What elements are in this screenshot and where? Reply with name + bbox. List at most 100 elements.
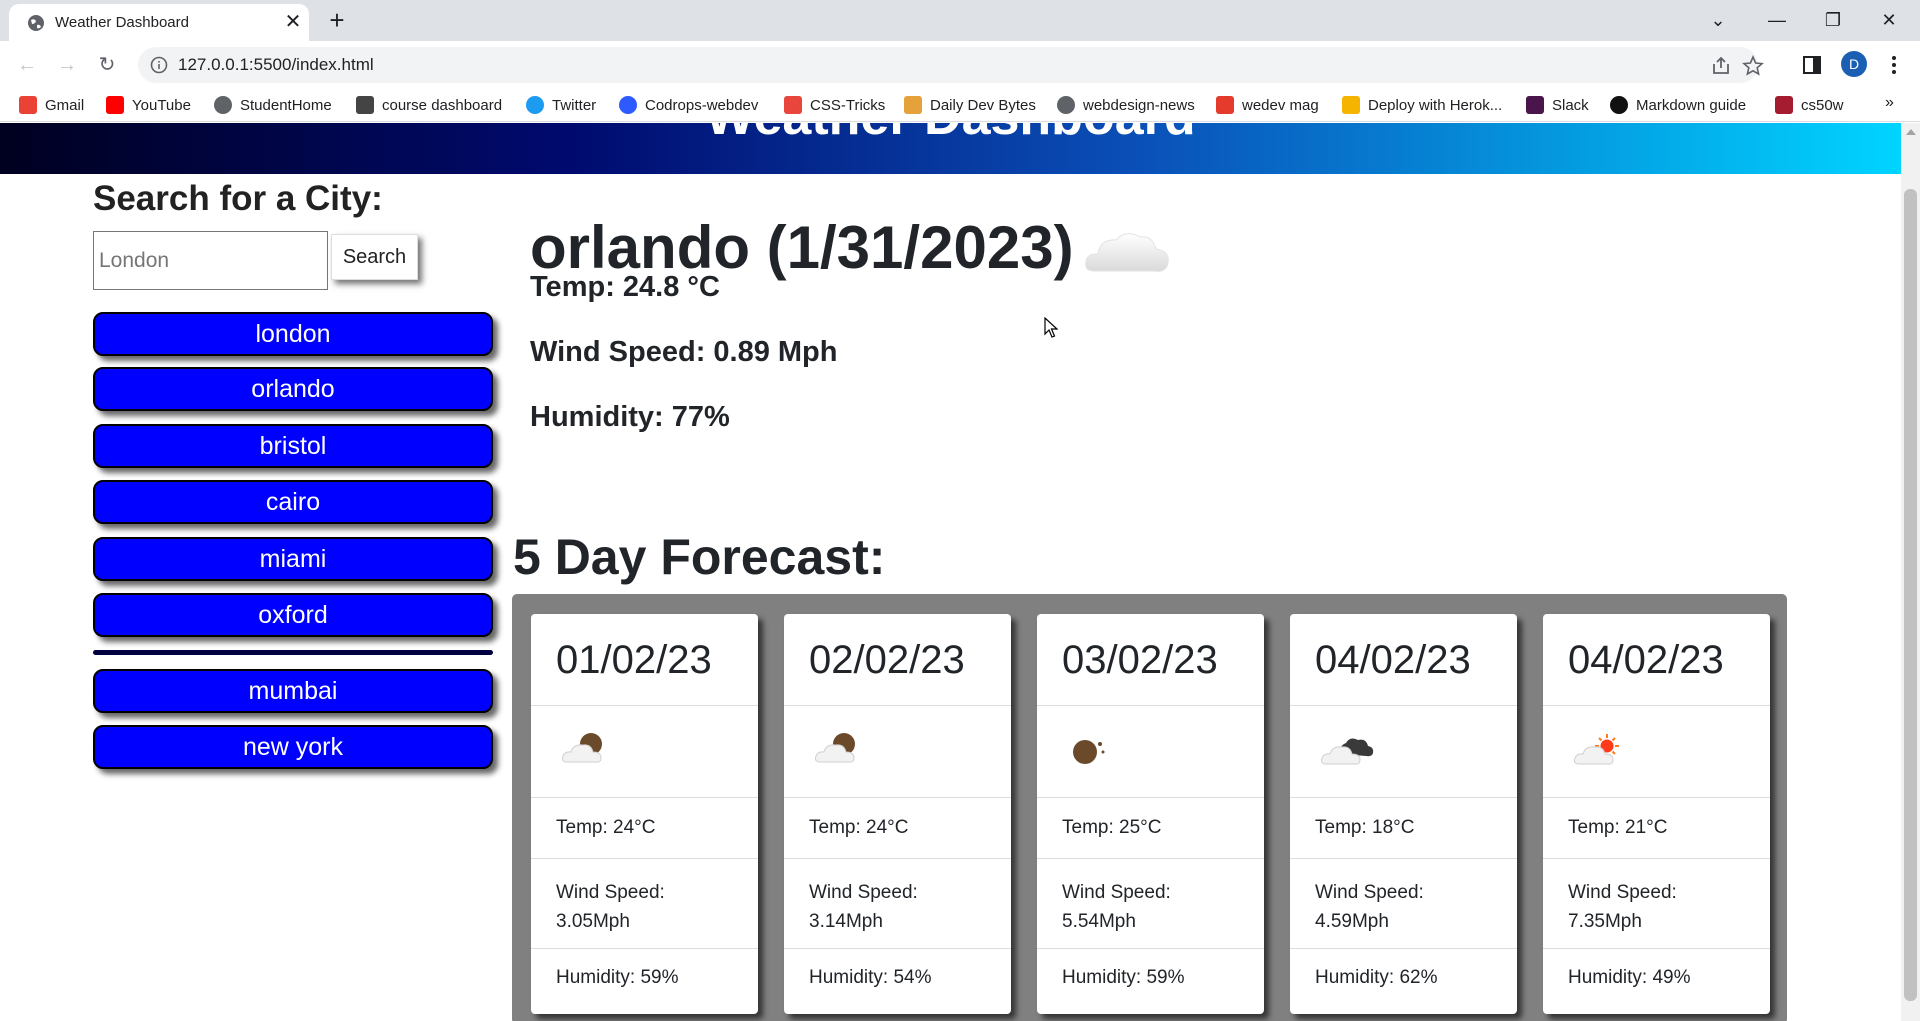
history-button-miami[interactable]: miami (93, 537, 493, 581)
bookmark-css-tricks[interactable]: CSS-Tricks (784, 94, 885, 116)
current-wind: Wind Speed: 0.89 Mph (530, 336, 838, 368)
history-button-new-york[interactable]: new york (93, 725, 493, 769)
forecast-wind: Wind Speed: 3.14Mph (784, 859, 1011, 949)
search-button[interactable]: Search (331, 234, 418, 280)
forecast-card: 04/02/23 Temp: 18°C Wind Speed: 4.59Mph … (1290, 614, 1517, 1014)
bookmark-slack[interactable]: Slack (1526, 94, 1589, 116)
forecast-temp: Temp: 21°C (1543, 798, 1770, 859)
globe-icon (1057, 96, 1075, 114)
forecast-humidity: Humidity: 59% (556, 967, 679, 988)
url-text: 127.0.0.1:5500/index.html (178, 55, 374, 74)
forecast-wind: Wind Speed: 7.35Mph (1543, 859, 1770, 949)
forecast-date: 04/02/23 (1290, 614, 1517, 706)
bookmark-markdown-guide[interactable]: Markdown guide (1610, 94, 1746, 116)
current-temp: Temp: 24.8 °C (530, 271, 720, 303)
scroll-up-icon[interactable] (1906, 129, 1916, 135)
bookmark-course-dashboard[interactable]: course dashboard (356, 94, 502, 116)
browser-toolbar: ← → ↻ 127.0.0.1:5500/index.html (0, 41, 1920, 88)
share-icon[interactable] (1710, 55, 1732, 77)
browser-tab-strip: Weather Dashboard ✕ + ⌄ — ❐ ✕ (0, 0, 1920, 41)
forecast-card: 04/02/23 Temp: 21°C Wind Speed: 7.35Mph … (1543, 614, 1770, 1014)
forecast-icon-cell (1290, 706, 1517, 798)
heroku-icon (1342, 96, 1360, 114)
youtube-icon (106, 96, 124, 114)
new-tab-icon[interactable]: + (322, 6, 352, 36)
browser-menu-icon[interactable] (1882, 53, 1906, 77)
bookmark-cs50w[interactable]: cs50w (1775, 94, 1844, 116)
tab-title: Weather Dashboard (55, 14, 189, 31)
twitter-icon (526, 96, 544, 114)
history-button-orlando[interactable]: orlando (93, 367, 493, 411)
forecast-heading: 5 Day Forecast: (513, 529, 886, 585)
forecast-wind: Wind Speed: 3.05Mph (531, 859, 758, 949)
bookmark-wedev-mag[interactable]: wedev mag (1216, 94, 1319, 116)
browser-tab[interactable]: Weather Dashboard ✕ (9, 4, 309, 41)
broken-clouds-icon (1321, 738, 1374, 765)
night-partly-cloudy-icon (815, 733, 855, 763)
day-partly-cloudy-icon (1574, 734, 1619, 765)
site-info-icon[interactable] (150, 56, 168, 74)
restore-icon[interactable]: ❐ (1810, 4, 1856, 36)
bookmark-webdesign-news[interactable]: webdesign-news (1057, 94, 1195, 116)
bookmark-studenthome[interactable]: StudentHome (214, 94, 332, 116)
forecast-icon-cell (1543, 706, 1770, 798)
bookmark-twitter[interactable]: Twitter (526, 94, 596, 116)
forecast-humidity: Humidity: 62% (1315, 967, 1438, 988)
minimize-icon[interactable]: — (1754, 4, 1800, 36)
close-window-icon[interactable]: ✕ (1866, 4, 1912, 36)
forecast-icon-cell (531, 706, 758, 798)
tab-search-icon[interactable]: ⌄ (1695, 4, 1741, 36)
current-humidity: Humidity: 77% (530, 401, 730, 433)
bookmark-heroku[interactable]: Deploy with Herok... (1342, 94, 1502, 116)
history-button-oxford[interactable]: oxford (93, 593, 493, 637)
page-title: Weather Dashboard (0, 123, 1901, 147)
smashing-icon (1216, 96, 1234, 114)
forecast-date: 03/02/23 (1037, 614, 1264, 706)
profile-avatar[interactable]: D (1841, 51, 1867, 77)
slack-icon (1526, 96, 1544, 114)
bookmark-star-icon[interactable] (1742, 55, 1764, 77)
bookmark-gmail[interactable]: Gmail (19, 94, 84, 116)
forecast-date: 02/02/23 (784, 614, 1011, 706)
history-button-mumbai[interactable]: mumbai (93, 669, 493, 713)
side-panel-icon[interactable] (1800, 53, 1824, 77)
forecast-wind: Wind Speed: 4.59Mph (1290, 859, 1517, 949)
city-search-input[interactable] (93, 231, 328, 290)
forecast-card: 01/02/23 Temp: 24°C Wind Speed: 3.05Mph … (531, 614, 758, 1014)
forecast-humidity: Humidity: 54% (809, 967, 932, 988)
bookmark-youtube[interactable]: YouTube (106, 94, 191, 116)
forecast-icon-cell (1037, 706, 1264, 798)
forecast-card: 02/02/23 Temp: 24°C Wind Speed: 3.14Mph … (784, 614, 1011, 1014)
history-button-cairo[interactable]: cairo (93, 480, 493, 524)
forecast-temp: Temp: 18°C (1290, 798, 1517, 859)
forecast-temp: Temp: 24°C (531, 798, 758, 859)
scrollbar-thumb[interactable] (1904, 189, 1917, 1001)
history-button-bristol[interactable]: bristol (93, 424, 493, 468)
forecast-icon-cell (784, 706, 1011, 798)
page-scrollbar[interactable] (1901, 123, 1920, 1021)
reload-icon[interactable]: ↻ (92, 50, 122, 80)
more-bookmarks-icon[interactable]: » (1885, 94, 1894, 112)
tab-close-icon[interactable]: ✕ (281, 10, 305, 34)
history-button-london[interactable]: london (93, 312, 493, 356)
markdown-icon (1610, 96, 1628, 114)
globe-icon (28, 15, 44, 31)
forecast-date: 04/02/23 (1543, 614, 1770, 706)
search-heading: Search for a City: (93, 179, 383, 218)
css-tricks-icon (784, 96, 802, 114)
back-icon[interactable]: ← (12, 50, 42, 80)
forecast-card: 03/02/23 Temp: 25°C Wind Speed: 5.54Mph … (1037, 614, 1264, 1014)
page-header: Weather Dashboard (0, 123, 1901, 174)
bookmark-codrops[interactable]: Codrops-webdev (619, 94, 758, 116)
night-partly-cloudy-icon (562, 733, 602, 763)
bookmark-daily-dev-bytes[interactable]: Daily Dev Bytes (904, 94, 1036, 116)
forecast-temp: Temp: 24°C (784, 798, 1011, 859)
gmail-icon (19, 96, 37, 114)
forecast-wind: Wind Speed: 5.54Mph (1037, 859, 1264, 949)
daily-dev-icon (904, 96, 922, 114)
address-bar[interactable]: 127.0.0.1:5500/index.html (138, 47, 1764, 83)
harvard-icon (1775, 96, 1793, 114)
forward-icon[interactable]: → (52, 50, 82, 80)
cloud-icon (1085, 233, 1169, 272)
forecast-date: 01/02/23 (531, 614, 758, 706)
